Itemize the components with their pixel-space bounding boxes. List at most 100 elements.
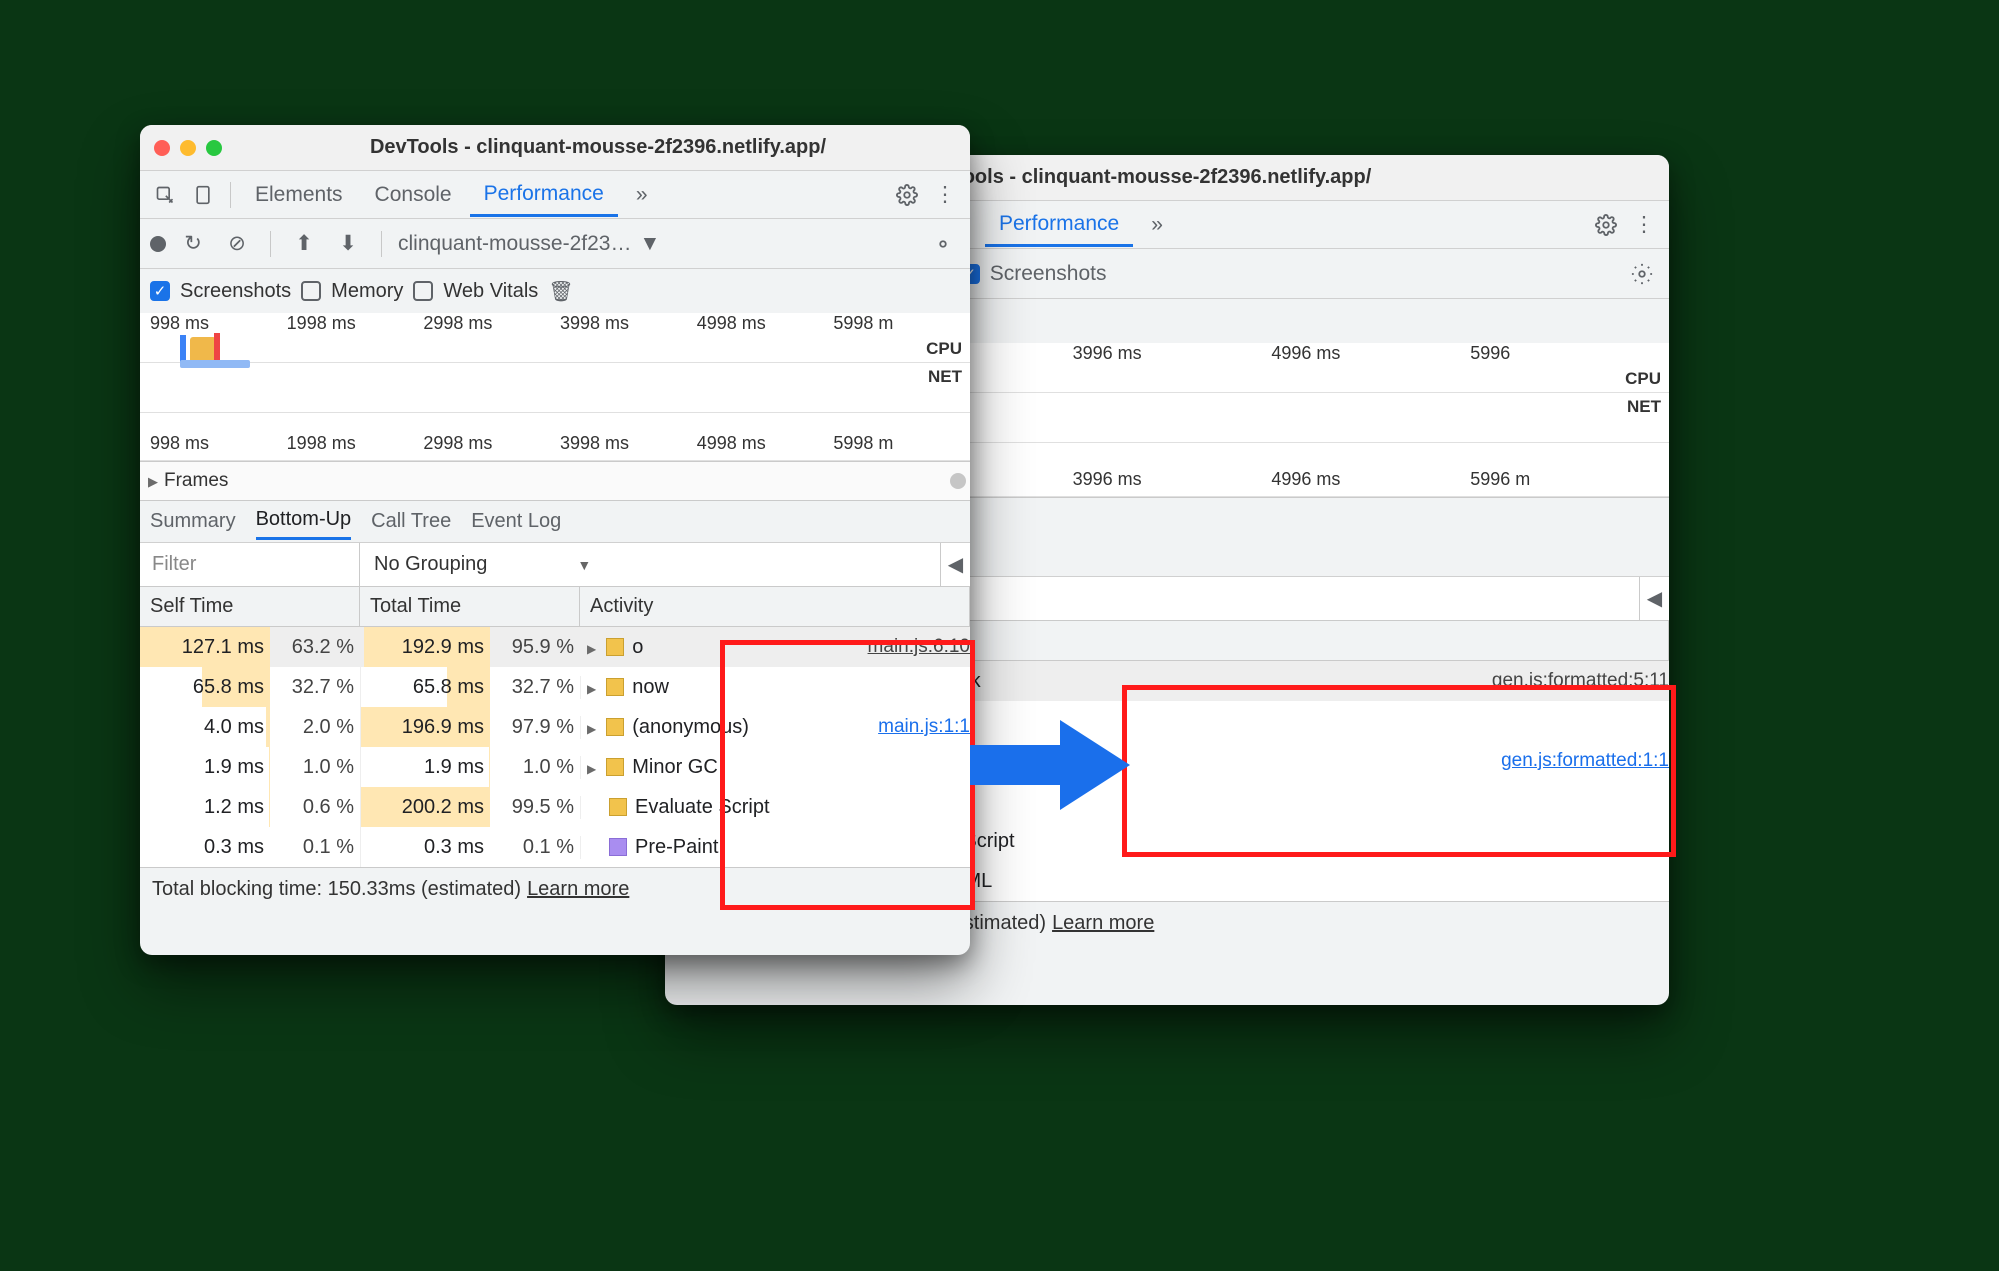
expand-icon[interactable] (587, 676, 598, 699)
scrollbar-thumb[interactable] (950, 473, 966, 489)
device-icon[interactable] (186, 178, 220, 212)
bl1: 1998 ms (287, 433, 424, 454)
flames-preview (180, 333, 250, 363)
source-link[interactable]: gen.js:formatted:5:11 (1492, 670, 1669, 692)
tab-more[interactable]: » (622, 179, 662, 211)
reload-icon[interactable]: ↻ (176, 227, 210, 261)
expand-icon[interactable] (587, 756, 598, 779)
tab-more[interactable]: » (1137, 209, 1177, 241)
bl4: 5996 m (1470, 469, 1669, 490)
close-icon[interactable] (154, 140, 170, 156)
expand-icon[interactable] (587, 716, 598, 739)
record-button[interactable] (150, 236, 166, 252)
overview[interactable]: 998 ms 1998 ms 2998 ms 3998 ms 4998 ms 5… (140, 313, 970, 501)
col-activity[interactable]: Activity (895, 621, 1669, 660)
url-selector[interactable]: clinquant-mousse-2f23… ▼ (398, 232, 660, 256)
zoom-icon[interactable] (206, 140, 222, 156)
tab-console[interactable]: Console (361, 179, 466, 211)
col-activity[interactable]: Activity (580, 587, 970, 626)
script-icon (606, 638, 624, 656)
bl4: 4998 ms (697, 433, 834, 454)
learn-more-link[interactable]: Learn more (527, 878, 629, 901)
grouping-label[interactable]: No Grouping (374, 553, 487, 576)
filter-input[interactable]: Filter (140, 543, 360, 586)
bl5: 5998 m (833, 433, 970, 454)
expand-icon[interactable] (587, 636, 598, 659)
table-row[interactable]: 0.3 ms0.1 %0.3 ms0.1 %Pre-Paint (140, 827, 970, 867)
minimize-icon[interactable] (180, 140, 196, 156)
tab-summary[interactable]: Summary (150, 510, 236, 533)
bl0: 998 ms (150, 433, 287, 454)
script-icon (609, 798, 627, 816)
inspect-icon[interactable] (148, 178, 182, 212)
tl5: 5998 m (833, 313, 970, 334)
col-totaltime[interactable]: Total Time (360, 587, 580, 626)
script-icon (606, 678, 624, 696)
trash-icon[interactable]: 🗑 (548, 279, 573, 304)
frames-expander[interactable] (148, 470, 164, 492)
tab-performance[interactable]: Performance (985, 208, 1133, 247)
more-vert-icon[interactable]: ⋮ (928, 178, 962, 212)
tl2: 3996 ms (1073, 343, 1272, 364)
footer-text: Total blocking time: 150.33ms (estimated… (152, 878, 521, 901)
gear-icon[interactable] (890, 178, 924, 212)
learn-more-link[interactable]: Learn more (1052, 912, 1154, 935)
tl3: 4996 ms (1271, 343, 1470, 364)
collapse-icon[interactable]: ◀ (940, 543, 970, 586)
activity-name: Evaluate Script (635, 796, 770, 819)
clear-icon[interactable]: ⊘ (220, 227, 254, 261)
table-row[interactable]: 127.1 ms63.2 %192.9 ms95.9 %omain.js:6:1… (140, 627, 970, 667)
download-icon[interactable]: ⬇ (331, 227, 365, 261)
webvitals-checkbox[interactable] (413, 281, 433, 301)
activity-name: Pre-Paint (635, 836, 718, 859)
devtools-window-front: DevTools - clinquant-mousse-2f2396.netli… (140, 125, 970, 955)
main-tabs: Elements Console Performance » ⋮ (140, 171, 970, 219)
bl2: 2998 ms (423, 433, 560, 454)
perf-toolbar: ↻ ⊘ ⬆ ⬇ clinquant-mousse-2f23… ▼ (140, 219, 970, 269)
activity-name: (anonymous) (632, 716, 749, 739)
upload-icon[interactable]: ⬆ (287, 227, 321, 261)
memory-checkbox[interactable] (301, 281, 321, 301)
gear-icon[interactable] (1625, 257, 1659, 291)
source-link[interactable]: gen.js:formatted:1:1 (1501, 750, 1669, 772)
window-title: DevTools - clinquant-mousse-2f2396.netli… (240, 136, 956, 159)
activity-name: o (632, 636, 643, 659)
source-link[interactable]: main.js:1:1 (878, 716, 970, 738)
memory-label: Memory (331, 280, 403, 303)
gear-icon[interactable] (926, 227, 960, 261)
chevron-down-icon[interactable]: ▼ (577, 557, 591, 573)
bl3: 4996 ms (1271, 469, 1470, 490)
table-row[interactable]: 4.0 ms2.0 %196.9 ms97.9 %(anonymous)main… (140, 707, 970, 747)
bottom-up-table: Self Time Total Time Activity 127.1 ms63… (140, 587, 970, 867)
tl4: 5996 (1470, 343, 1669, 364)
tl3: 3998 ms (560, 313, 697, 334)
footer: Total blocking time: 150.33ms (estimated… (140, 867, 970, 911)
screenshots-label: Screenshots (990, 262, 1107, 286)
gear-icon[interactable] (1589, 208, 1623, 242)
tab-bottomup[interactable]: Bottom-Up (256, 508, 352, 540)
screenshots-label: Screenshots (180, 280, 291, 303)
more-vert-icon[interactable]: ⋮ (1627, 208, 1661, 242)
webvitals-label: Web Vitals (443, 280, 538, 303)
filter-row: Filter No Grouping ▼ ◀ (140, 543, 970, 587)
source-link[interactable]: main.js:6:10 (868, 636, 970, 658)
tab-calltree[interactable]: Call Tree (371, 510, 451, 533)
cpu-label: CPU (926, 339, 962, 359)
table-row[interactable]: 1.2 ms0.6 %200.2 ms99.5 %Evaluate Script (140, 787, 970, 827)
net-label: NET (1627, 397, 1661, 417)
bl3: 3998 ms (560, 433, 697, 454)
tab-eventlog[interactable]: Event Log (471, 510, 561, 533)
tl2: 2998 ms (423, 313, 560, 334)
col-selftime[interactable]: Self Time (140, 587, 360, 626)
table-row[interactable]: 1.9 ms1.0 %1.9 ms1.0 %Minor GC (140, 747, 970, 787)
tab-performance[interactable]: Performance (470, 178, 618, 217)
script-icon (606, 758, 624, 776)
activity-name: Minor GC (632, 756, 718, 779)
tab-elements[interactable]: Elements (241, 179, 357, 211)
table-row[interactable]: 65.8 ms32.7 %65.8 ms32.7 %now (140, 667, 970, 707)
frames-label: Frames (164, 470, 228, 492)
collapse-icon[interactable]: ◀ (1639, 577, 1669, 620)
screenshots-checkbox[interactable]: ✓ (150, 281, 170, 301)
options: ✓ Screenshots Memory Web Vitals 🗑 (140, 269, 970, 313)
activity-name: now (632, 676, 669, 699)
